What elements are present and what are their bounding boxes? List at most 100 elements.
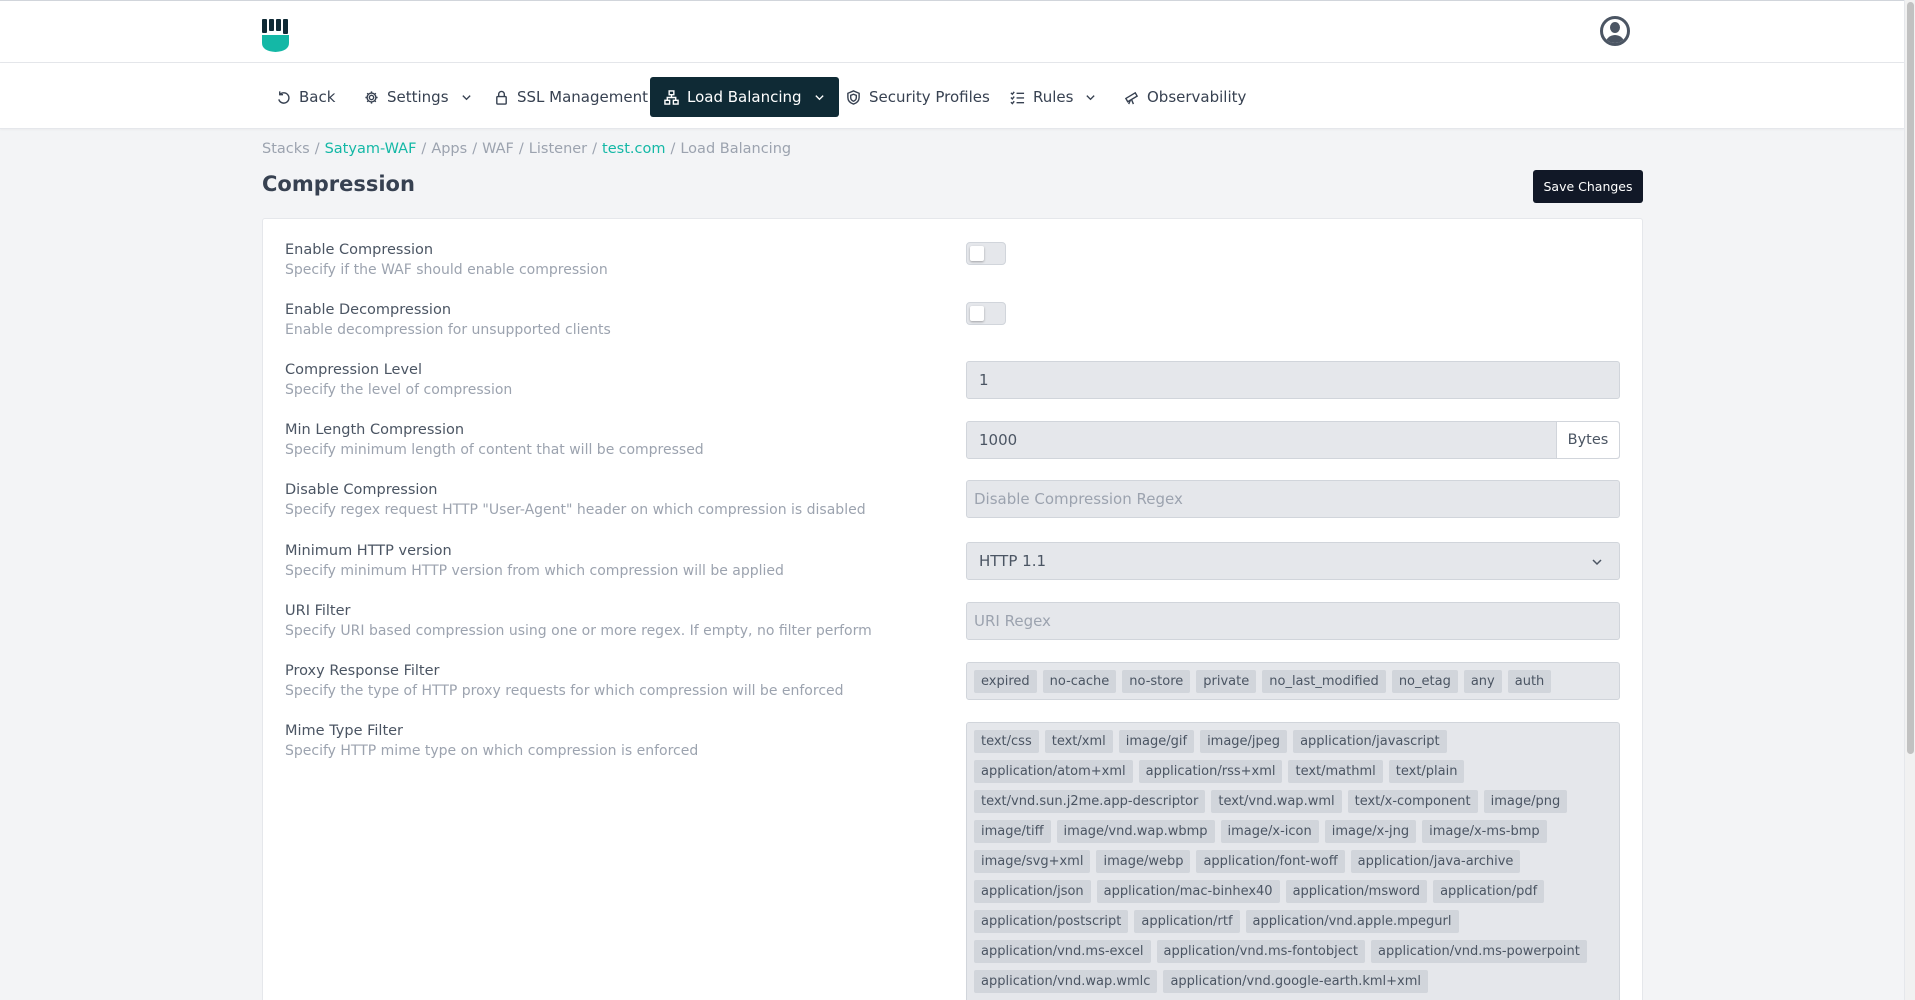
filter-tag[interactable]: private: [1196, 670, 1257, 693]
nav-rules[interactable]: Rules: [996, 77, 1110, 117]
user-avatar[interactable]: [1600, 16, 1630, 46]
filter-tag[interactable]: application/vnd.ms-fontobject: [1156, 940, 1365, 963]
min-http-version-select[interactable]: HTTP 1.1: [966, 542, 1620, 580]
filter-tag[interactable]: image/x-ms-bmp: [1422, 820, 1547, 843]
nav-ssl-management[interactable]: SSL Management: [480, 77, 662, 117]
breadcrumb-stacks[interactable]: Stacks: [262, 141, 310, 157]
filter-tag[interactable]: text/plain: [1388, 760, 1465, 783]
chevron-down-icon: [1086, 94, 1096, 100]
nav-settings-label: Settings: [387, 88, 449, 106]
filter-tag[interactable]: any: [1463, 670, 1502, 693]
breadcrumb-stack-name[interactable]: Satyam-WAF: [325, 141, 417, 157]
filter-tag[interactable]: expired: [974, 670, 1037, 693]
chevron-down-icon: [1592, 559, 1602, 566]
filter-tag[interactable]: application/msword: [1285, 880, 1428, 903]
min-length-input[interactable]: 1000 Bytes: [966, 421, 1620, 459]
enable-decompression-toggle[interactable]: [966, 302, 1006, 325]
save-changes-button[interactable]: Save Changes: [1533, 170, 1643, 203]
filter-tag[interactable]: no-store: [1122, 670, 1191, 693]
filter-tag[interactable]: application/vnd.apple.mpegurl: [1245, 910, 1459, 933]
filter-tag[interactable]: text/mathml: [1288, 760, 1383, 783]
filter-tag[interactable]: application/font-woff: [1196, 850, 1345, 873]
page-scrollbar[interactable]: [1904, 0, 1915, 1000]
disable-compression-regex-input[interactable]: Disable Compression Regex: [966, 480, 1620, 518]
filter-tag[interactable]: application/vnd.ms-powerpoint: [1371, 940, 1587, 963]
filter-tag[interactable]: text/vnd.sun.j2me.app-descriptor: [974, 790, 1206, 813]
compression-level-label: Compression Level: [285, 362, 422, 378]
breadcrumb-waf: WAF: [482, 141, 514, 157]
filter-tag[interactable]: text/css: [974, 730, 1039, 753]
enable-compression-row: Enable Compression Specify if the WAF sh…: [285, 242, 608, 278]
compression-level-desc: Specify the level of compression: [285, 382, 513, 398]
min-http-version-label: Minimum HTTP version: [285, 543, 452, 559]
breadcrumb-listener: Listener: [528, 141, 588, 157]
min-length-unit: Bytes: [1556, 422, 1619, 458]
nav-security-profiles[interactable]: Security Profiles: [832, 77, 1004, 117]
filter-tag[interactable]: image/jpeg: [1200, 730, 1288, 753]
enable-decompression-label: Enable Decompression: [285, 302, 452, 318]
filter-tag[interactable]: image/svg+xml: [974, 850, 1091, 873]
enable-compression-toggle[interactable]: [966, 242, 1006, 265]
enable-compression-label: Enable Compression: [285, 242, 434, 258]
filter-tag[interactable]: image/gif: [1118, 730, 1195, 753]
uri-filter-label: URI Filter: [285, 603, 351, 619]
filter-tag[interactable]: application/pdf: [1433, 880, 1545, 903]
uri-filter-row: URI Filter Specify URI based compression…: [285, 603, 872, 639]
mime-filter-desc: Specify HTTP mime type on which compress…: [285, 743, 699, 759]
nav-ssl-label: SSL Management: [517, 88, 648, 106]
nav-security-profiles-label: Security Profiles: [869, 88, 990, 106]
disable-compression-row: Disable Compression Specify regex reques…: [285, 482, 866, 518]
filter-tag[interactable]: no_etag: [1391, 670, 1458, 693]
nav-settings[interactable]: Settings: [350, 77, 486, 117]
disable-compression-label: Disable Compression: [285, 482, 438, 498]
filter-tag[interactable]: image/webp: [1096, 850, 1191, 873]
filter-tag[interactable]: application/rtf: [1134, 910, 1240, 933]
filter-tag[interactable]: application/vnd.google-earth.kml+xml: [1163, 970, 1429, 993]
chevron-down-icon: [461, 94, 471, 100]
filter-tag[interactable]: application/java-archive: [1350, 850, 1521, 873]
filter-tag[interactable]: image/vnd.wap.wbmp: [1056, 820, 1215, 843]
filter-tag[interactable]: text/xml: [1044, 730, 1113, 753]
uri-filter-desc: Specify URI based compression using one …: [285, 623, 872, 639]
filter-tag[interactable]: image/x-icon: [1220, 820, 1319, 843]
nav-back[interactable]: Back: [262, 77, 349, 117]
compression-level-row: Compression Level Specify the level of c…: [285, 362, 512, 398]
filter-tag[interactable]: image/tiff: [974, 820, 1051, 843]
filter-tag[interactable]: application/mac-binhex40: [1096, 880, 1280, 903]
proxy-response-filter-tags[interactable]: expired no-cache no-store private no_last_mo…: [966, 662, 1620, 700]
breadcrumb-apps[interactable]: Apps: [431, 141, 467, 157]
min-length-value: 1000: [979, 431, 1018, 449]
filter-tag[interactable]: application/atom+xml: [974, 760, 1133, 783]
top-bar: [0, 0, 1904, 63]
filter-tag[interactable]: no-cache: [1042, 670, 1117, 693]
filter-tag[interactable]: application/json: [974, 880, 1091, 903]
nav-observability[interactable]: Observability: [1110, 77, 1260, 117]
compression-level-input[interactable]: 1: [966, 361, 1620, 399]
filter-tag[interactable]: image/x-jng: [1324, 820, 1417, 843]
filter-tag[interactable]: application/vnd.ms-excel: [974, 940, 1151, 963]
filter-tag[interactable]: application/postscript: [974, 910, 1129, 933]
scrollbar-thumb[interactable]: [1907, 2, 1914, 754]
nav-observability-label: Observability: [1147, 88, 1247, 106]
filter-tag[interactable]: application/javascript: [1293, 730, 1447, 753]
breadcrumb-listener-name[interactable]: test.com: [602, 141, 665, 157]
page-title: Compression: [262, 172, 415, 196]
disable-compression-desc: Specify regex request HTTP "User-Agent" …: [285, 502, 866, 518]
brand-logo-icon[interactable]: [262, 19, 290, 52]
filter-tag[interactable]: text/vnd.wap.wml: [1211, 790, 1342, 813]
mime-type-filter-tags[interactable]: text/css text/xml image/gif image/jpeg appli…: [966, 722, 1620, 1000]
filter-tag[interactable]: text/x-component: [1347, 790, 1478, 813]
nav-back-label: Back: [299, 88, 336, 106]
uri-regex-input[interactable]: URI Regex: [966, 602, 1620, 640]
filter-tag[interactable]: application/vnd.wap.wmlc: [974, 970, 1158, 993]
filter-tag[interactable]: auth: [1507, 670, 1552, 693]
nav-load-balancing[interactable]: Load Balancing: [650, 77, 839, 117]
enable-compression-desc: Specify if the WAF should enable compres…: [285, 262, 608, 278]
chevron-down-icon: [814, 94, 824, 100]
list-check-icon: [1010, 90, 1025, 105]
filter-tag[interactable]: no_last_modified: [1262, 670, 1386, 693]
gear-icon: [365, 90, 378, 104]
filter-tag[interactable]: application/rss+xml: [1138, 760, 1283, 783]
filter-tag[interactable]: image/png: [1483, 790, 1568, 813]
proxy-filter-row: Proxy Response Filter Specify the type o…: [285, 663, 844, 699]
